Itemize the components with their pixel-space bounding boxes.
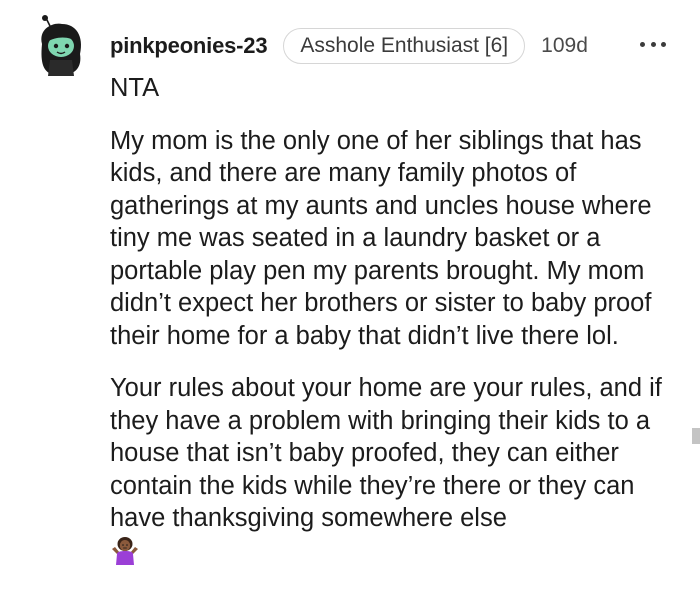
more-dot — [640, 41, 645, 47]
comment-body: NTA My mom is the only one of her siblin… — [110, 72, 682, 567]
comment-paragraph: Your rules about your home are your rule… — [110, 372, 682, 567]
woman-shrugging-emoji-icon — [110, 535, 140, 565]
more-options-icon[interactable] — [640, 34, 666, 54]
comment-paragraph-text: Your rules about your home are your rule… — [110, 374, 662, 532]
comment: pinkpeonies-23 Asshole Enthusiast [6] 10… — [0, 0, 700, 616]
scrollbar-thumb[interactable] — [692, 428, 700, 444]
comment-paragraph: My mom is the only one of her siblings t… — [110, 126, 652, 350]
user-flair-badge: Asshole Enthusiast [6] — [283, 28, 526, 64]
more-dot — [650, 41, 656, 47]
user-avatar-icon[interactable] — [36, 14, 86, 78]
username-link[interactable]: pinkpeonies-23 — [110, 33, 268, 59]
more-dot — [661, 41, 666, 47]
comment-timestamp[interactable]: 109d — [541, 34, 588, 58]
comment-header: pinkpeonies-23 Asshole Enthusiast [6] 10… — [110, 28, 588, 64]
comment-paragraph: NTA — [110, 74, 160, 102]
